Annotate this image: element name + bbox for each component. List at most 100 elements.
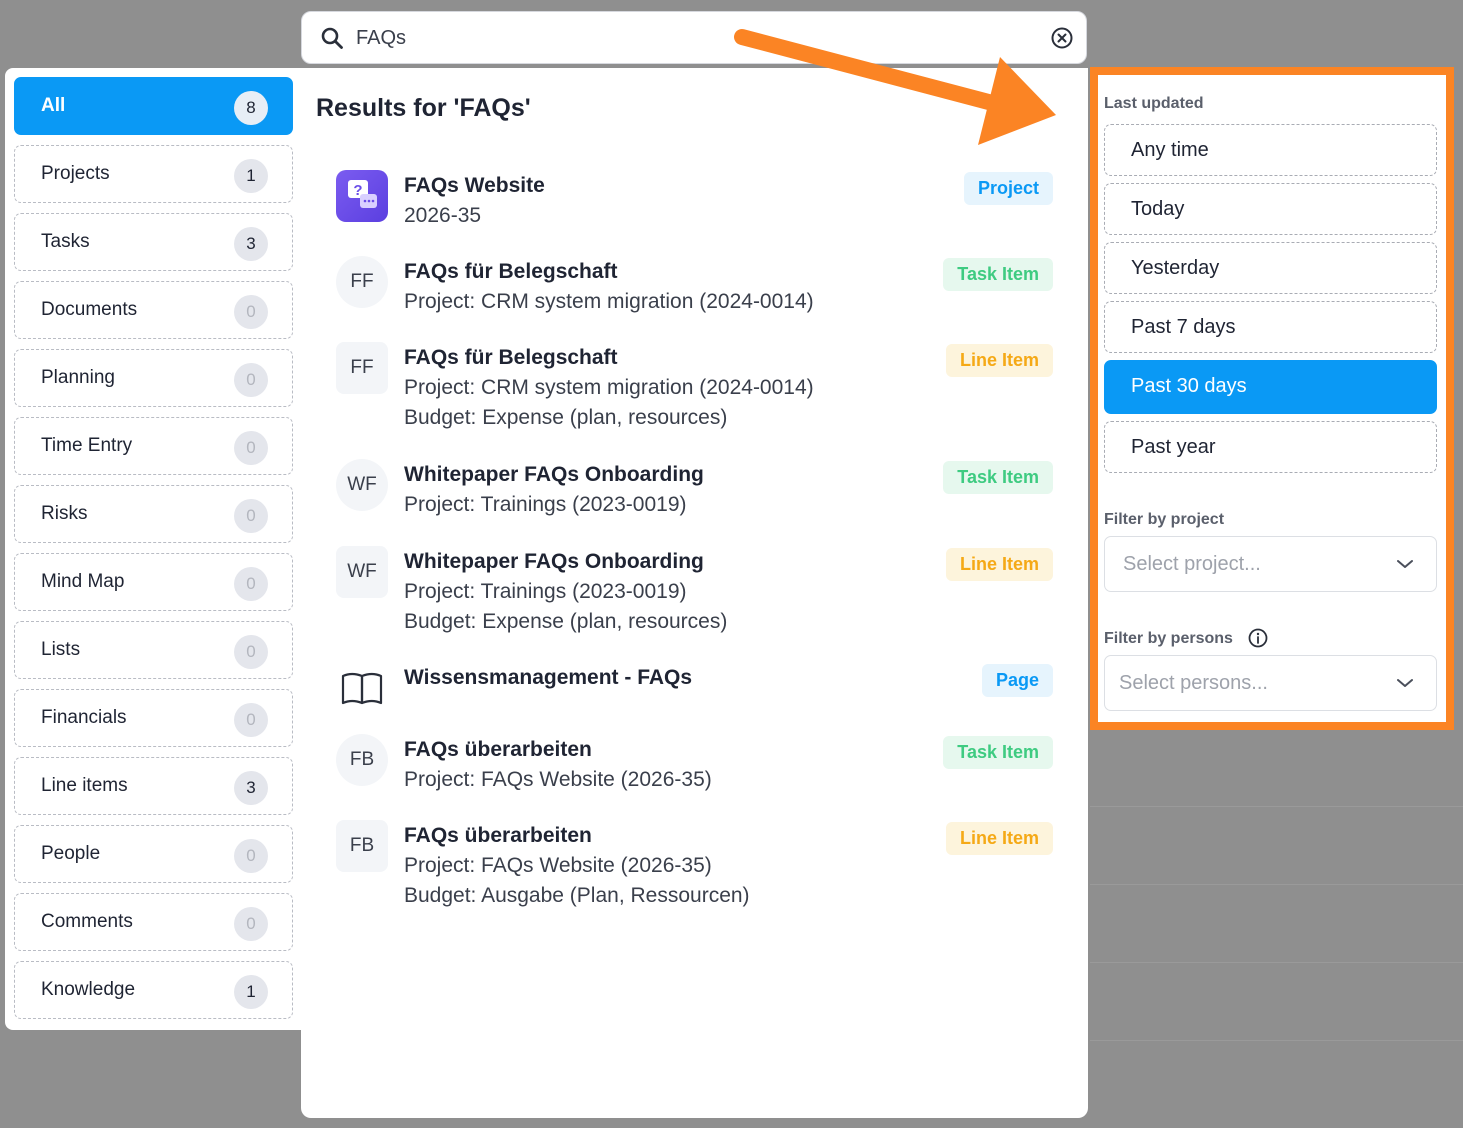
category-financials[interactable]: Financials 0 — [14, 689, 293, 747]
category-projects[interactable]: Projects 1 — [14, 145, 293, 203]
last-updated-label: Last updated — [1104, 95, 1204, 112]
category-count: 8 — [234, 91, 268, 125]
project-select-placeholder: Select project... — [1123, 553, 1261, 575]
result-detail: Project: CRM system migration (2024-0014… — [404, 290, 814, 313]
avatar: FF — [336, 342, 388, 394]
category-label: Tasks — [41, 231, 90, 252]
category-documents[interactable]: Documents 0 — [14, 281, 293, 339]
filter-persons-label: Filter by persons — [1104, 630, 1233, 647]
category-label: Line items — [41, 775, 128, 796]
filter-past-30-days[interactable]: Past 30 days — [1104, 360, 1437, 414]
category-label: Knowledge — [41, 979, 136, 1000]
category-label: Documents — [41, 299, 138, 320]
category-people[interactable]: People 0 — [14, 825, 293, 883]
background-divider — [1090, 962, 1463, 963]
avatar: FF — [336, 256, 388, 308]
result-title: FAQs überarbeiten — [404, 738, 592, 761]
category-mind-map[interactable]: Mind Map 0 — [14, 553, 293, 611]
filter-past-year[interactable]: Past year — [1104, 421, 1437, 473]
avatar: WF — [336, 546, 388, 598]
category-line-items[interactable]: Line items 3 — [14, 757, 293, 815]
background-divider — [1090, 884, 1463, 885]
result-type-badge: Task Item — [943, 258, 1053, 291]
persons-select[interactable]: Select persons... — [1104, 655, 1437, 711]
category-risks[interactable]: Risks 0 — [14, 485, 293, 543]
result-type-badge: Page — [981, 664, 1053, 697]
result-item[interactable]: WF Whitepaper FAQs Onboarding Project: T… — [336, 459, 1053, 519]
result-item[interactable]: FF FAQs für Belegschaft Project: CRM sys… — [336, 342, 1053, 432]
chevron-down-icon — [1397, 679, 1413, 687]
result-type-badge: Line Item — [945, 548, 1053, 581]
result-detail: Project: FAQs Website (2026-35) — [404, 768, 712, 791]
avatar: FB — [336, 820, 388, 872]
background-divider — [1090, 1040, 1463, 1041]
category-count: 0 — [234, 431, 268, 465]
project-select[interactable]: Select project... — [1104, 536, 1437, 592]
info-icon[interactable] — [1248, 628, 1268, 648]
result-title: FAQs für Belegschaft — [404, 260, 618, 283]
category-comments[interactable]: Comments 0 — [14, 893, 293, 951]
category-count: 0 — [234, 567, 268, 601]
filter-yesterday[interactable]: Yesterday — [1104, 242, 1437, 294]
category-label: Projects — [41, 163, 110, 184]
option-label: Past year — [1131, 436, 1216, 458]
option-label: Past 7 days — [1131, 316, 1236, 338]
result-item[interactable]: ? FAQs Website 2026-35 Project — [336, 170, 1053, 230]
result-item[interactable]: WF Whitepaper FAQs Onboarding Project: T… — [336, 546, 1053, 636]
result-detail: Project: CRM system migration (2024-0014… — [404, 376, 814, 399]
result-title: FAQs überarbeiten — [404, 824, 592, 847]
annotation-arrow-icon — [734, 29, 1056, 145]
search-icon — [321, 27, 343, 49]
result-detail: 2026-35 — [404, 204, 482, 227]
category-count: 3 — [234, 771, 268, 805]
filter-any-time[interactable]: Any time — [1104, 124, 1437, 176]
result-item[interactable]: FF FAQs für Belegschaft Project: CRM sys… — [336, 256, 1053, 316]
category-all[interactable]: All 8 — [14, 77, 293, 135]
result-title: FAQs Website — [404, 174, 545, 197]
result-item[interactable]: FB FAQs überarbeiten Project: FAQs Websi… — [336, 734, 1053, 794]
option-label: Yesterday — [1131, 257, 1220, 279]
background-divider — [1090, 806, 1463, 807]
category-label: Financials — [41, 707, 127, 728]
result-detail: Project: Trainings (2023-0019) — [404, 493, 687, 516]
category-time-entry[interactable]: Time Entry 0 — [14, 417, 293, 475]
category-knowledge[interactable]: Knowledge 1 — [14, 961, 293, 1019]
filter-today[interactable]: Today — [1104, 183, 1437, 235]
category-planning[interactable]: Planning 0 — [14, 349, 293, 407]
result-title: Whitepaper FAQs Onboarding — [404, 550, 704, 573]
category-label: All — [41, 95, 66, 116]
option-label: Past 30 days — [1131, 375, 1247, 397]
category-label: Mind Map — [41, 571, 125, 592]
category-count: 0 — [234, 635, 268, 669]
result-type-badge: Task Item — [943, 736, 1053, 769]
category-label: Comments — [41, 911, 133, 932]
category-label: Risks — [41, 503, 88, 524]
result-item[interactable]: FB FAQs überarbeiten Project: FAQs Websi… — [336, 820, 1053, 910]
result-type-badge: Project — [963, 172, 1053, 205]
chevron-down-icon — [1397, 560, 1413, 568]
persons-select-placeholder: Select persons... — [1119, 672, 1268, 694]
category-label: People — [41, 843, 101, 864]
results-panel: Results for 'FAQs' ? FAQs Website 2026-3… — [301, 68, 1088, 1118]
filter-past-7-days[interactable]: Past 7 days — [1104, 301, 1437, 353]
category-lists[interactable]: Lists 0 — [14, 621, 293, 679]
option-label: Any time — [1131, 139, 1209, 161]
project-chat-icon: ? — [336, 170, 388, 222]
category-tasks[interactable]: Tasks 3 — [14, 213, 293, 271]
result-detail: Budget: Expense (plan, resources) — [404, 610, 728, 633]
avatar: FB — [336, 734, 388, 786]
category-count: 1 — [234, 159, 268, 193]
result-title: Whitepaper FAQs Onboarding — [404, 463, 704, 486]
results-title: Results for 'FAQs' — [316, 94, 531, 122]
category-sidebar: All 8 Projects 1 Tasks 3 Documents 0 Pla… — [5, 68, 301, 1030]
result-item[interactable]: Wissensmanagement - FAQs Page — [336, 662, 1053, 714]
result-detail: Project: FAQs Website (2026-35) — [404, 854, 712, 877]
category-count: 3 — [234, 227, 268, 261]
result-detail: Project: Trainings (2023-0019) — [404, 580, 687, 603]
category-count: 0 — [234, 363, 268, 397]
option-label: Today — [1131, 198, 1185, 220]
category-count: 0 — [234, 839, 268, 873]
category-label: Time Entry — [41, 435, 133, 456]
category-label: Planning — [41, 367, 115, 388]
category-label: Lists — [41, 639, 81, 660]
